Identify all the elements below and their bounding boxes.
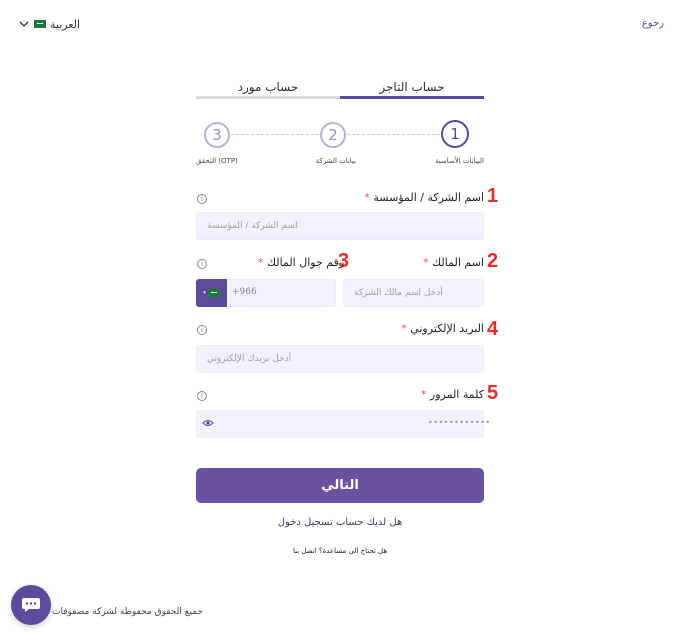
info-icon: i <box>197 259 207 269</box>
login-link[interactable]: هل لديك حساب تسجيل دخول <box>196 517 484 528</box>
copyright-text: جميع الحقوق محفوظة لشركة مصفوفات <box>52 607 203 617</box>
annotation-number: 2 <box>487 250 499 272</box>
chevron-down-icon <box>19 21 29 27</box>
email-input[interactable]: أدخل بريدك الإلكتروني <box>196 345 484 373</box>
next-button[interactable]: التالي <box>196 468 484 503</box>
step-connector <box>231 134 319 135</box>
step-3-indicator: 3 <box>204 122 230 148</box>
chat-bubble-icon <box>22 598 40 612</box>
caret-icon: ▾ <box>203 290 206 296</box>
language-label: العربية <box>50 17 81 31</box>
step-connector <box>347 134 440 135</box>
annotation-number: 4 <box>487 318 499 340</box>
required-mark: * <box>401 322 407 335</box>
dial-code: +966 <box>232 287 257 297</box>
password-label-text: كلمة المرور <box>429 388 484 401</box>
info-icon: i <box>197 391 207 401</box>
step-2-label: بيانات الشركة <box>315 157 356 165</box>
country-code-selector[interactable]: ▾ <box>196 279 227 307</box>
saudi-flag-icon <box>34 20 46 28</box>
chat-button[interactable] <box>11 585 51 625</box>
owner-mobile-label-text: رقم جوال المالك <box>267 256 345 269</box>
tab-underline <box>196 96 340 99</box>
annotation-number: 1 <box>487 185 499 207</box>
email-label: * البريد الإلكتروني <box>401 322 484 335</box>
eye-icon[interactable] <box>202 418 214 428</box>
info-icon: i <box>197 194 207 204</box>
owner-name-label-text: اسم المالك <box>432 256 484 269</box>
tab-active-underline <box>340 96 484 99</box>
required-mark: * <box>423 256 429 269</box>
required-mark: * <box>420 388 427 401</box>
language-selector[interactable]: العربية <box>18 16 80 32</box>
annotation-number: 5 <box>487 382 499 404</box>
step-2-indicator: 2 <box>320 122 346 148</box>
info-icon: i <box>197 325 207 335</box>
required-mark: * <box>364 191 370 204</box>
password-label: * كلمة المرور <box>421 388 484 401</box>
saudi-flag-icon <box>207 289 220 297</box>
back-link[interactable]: رجوع <box>642 18 664 29</box>
owner-name-input[interactable]: أدخل اسم مالك الشركة <box>343 279 484 307</box>
company-name-label: * اسم الشركة / المؤسسة <box>364 191 484 204</box>
help-contact-link[interactable]: هل تحتاج الى مساعدة؟ اتصل بنا <box>196 547 484 555</box>
required-mark: * <box>258 256 264 269</box>
company-name-input[interactable]: اسم الشركة / المؤسسة <box>196 212 484 240</box>
password-value: •••••••••••• <box>428 418 491 427</box>
owner-mobile-label: * رقم جوال المالك <box>258 256 344 269</box>
step-1-label: البيانات الأساسية <box>435 157 484 165</box>
email-label-text: البريد الإلكتروني <box>410 322 484 335</box>
owner-name-label: * اسم المالك <box>423 256 484 269</box>
step-3-label: التحقق (OTP) <box>196 157 238 165</box>
company-name-label-text: اسم الشركة / المؤسسة <box>373 191 484 204</box>
step-1-indicator: 1 <box>441 120 469 148</box>
